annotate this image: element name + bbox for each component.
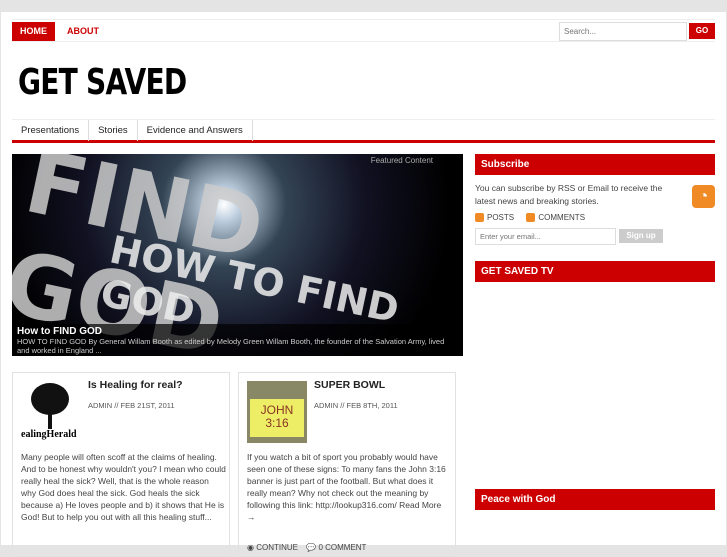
- post-meta: ADMIN // FEB 21ST, 2011: [88, 401, 175, 410]
- nav-home[interactable]: HOME: [12, 22, 55, 41]
- search-go-button[interactable]: GO: [689, 23, 715, 39]
- menu-evidence[interactable]: Evidence and Answers: [138, 120, 253, 141]
- continue-icon: ◉: [247, 543, 254, 552]
- rss-icon: [526, 213, 536, 223]
- continue-link[interactable]: CONTINUE: [256, 543, 298, 552]
- post-thumbnail[interactable]: JOHN 3:16: [247, 381, 307, 443]
- email-input[interactable]: [475, 228, 616, 246]
- featured-excerpt: HOW TO FIND GOD By General Willam Booth …: [17, 337, 445, 355]
- featured-tag: Featured Content: [370, 156, 433, 165]
- post-title[interactable]: SUPER BOWL: [314, 379, 385, 391]
- nav-about[interactable]: ABOUT: [59, 22, 107, 41]
- featured-slider[interactable]: FIND GOD HOW TO FIND GOD Featured Conten…: [12, 154, 463, 356]
- search-input[interactable]: [559, 22, 687, 41]
- featured-title[interactable]: How to FIND GOD: [17, 326, 458, 337]
- post-title[interactable]: Is Healing for real?: [88, 379, 183, 391]
- signup-button[interactable]: Sign up: [619, 229, 663, 244]
- thumb-text: JOHN 3:16: [250, 399, 304, 437]
- menu-presentations[interactable]: Presentations: [12, 120, 90, 141]
- post-excerpt: Many people will often scoff at the clai…: [21, 452, 226, 522]
- rss-icon[interactable]: ◔: [692, 185, 715, 208]
- post-card: JOHN 3:16 SUPER BOWL ADMIN // FEB 8TH, 2…: [238, 372, 456, 557]
- page: HOME ABOUT GO GET SAVED Presentations St…: [1, 12, 726, 557]
- tree-trunk: [48, 411, 52, 429]
- post-thumbnail[interactable]: ealingHerald: [21, 381, 81, 443]
- peace-title: Peace with God: [475, 489, 715, 510]
- post-excerpt: If you watch a bit of sport you probably…: [247, 452, 446, 522]
- posts-feed-link[interactable]: POSTS: [487, 213, 514, 222]
- menu-stories[interactable]: Stories: [89, 120, 138, 141]
- subscribe-title: Subscribe: [475, 154, 715, 175]
- comment-icon: 💬: [306, 543, 317, 552]
- subscribe-text: You can subscribe by RSS or Email to rec…: [475, 183, 663, 206]
- featured-caption: How to FIND GOD HOW TO FIND GOD By Gener…: [12, 324, 463, 356]
- comments-link[interactable]: 0 COMMENT: [318, 543, 366, 552]
- post-footer: ◉ CONTINUE 💬 0 COMMENT: [247, 543, 366, 552]
- comments-feed-link[interactable]: COMMENTS: [538, 213, 585, 222]
- main-menu: Presentations Stories Evidence and Answe…: [12, 119, 715, 143]
- rss-icon: [475, 213, 484, 223]
- tv-title: GET SAVED TV: [475, 261, 715, 282]
- post-meta: ADMIN // FEB 8TH, 2011: [314, 401, 398, 410]
- thumb-text: ealingHerald: [21, 429, 77, 440]
- post-card: ealingHerald Is Healing for real? ADMIN …: [12, 372, 230, 557]
- subscribe-widget: Subscribe You can subscribe by RSS or Em…: [475, 154, 715, 246]
- site-logo[interactable]: GET SAVED: [18, 62, 187, 103]
- top-nav: HOME ABOUT GO: [12, 19, 715, 42]
